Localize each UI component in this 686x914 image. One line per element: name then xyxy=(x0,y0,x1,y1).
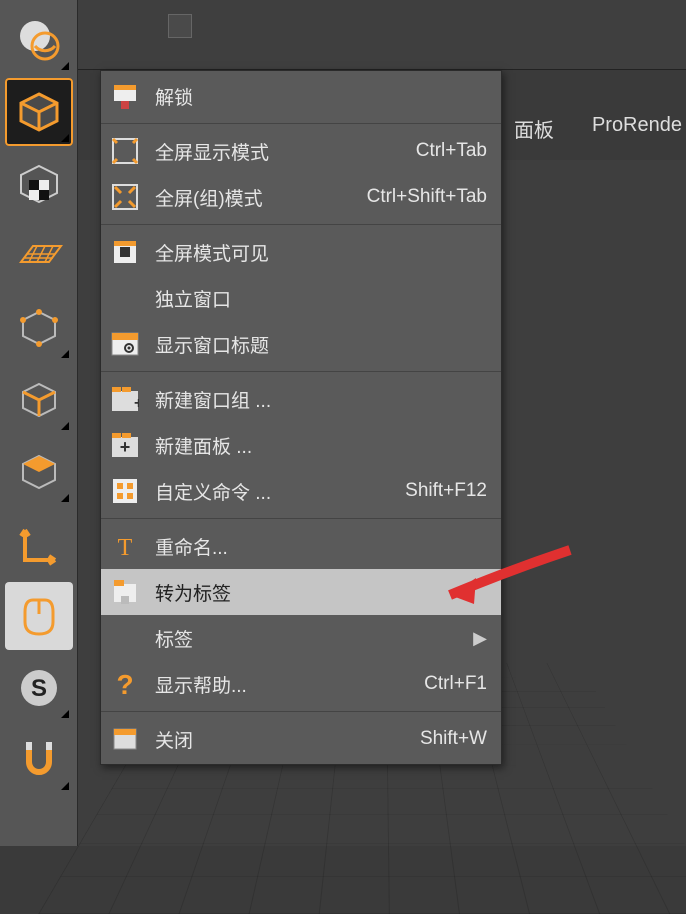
help-icon: ? xyxy=(107,666,143,702)
floor-grid-icon xyxy=(15,232,63,280)
menu-label: 关闭 xyxy=(155,726,420,753)
tool-cube-points[interactable] xyxy=(5,294,73,362)
cube-wire-icon xyxy=(15,376,63,424)
cube-solid-icon xyxy=(15,448,63,496)
tool-axis[interactable] xyxy=(5,510,73,578)
menu-label: 解锁 xyxy=(155,83,487,110)
custom-command-icon xyxy=(107,473,143,509)
menu-new-panel[interactable]: + 新建面板 ... xyxy=(101,422,501,468)
close-window-icon xyxy=(107,721,143,757)
svg-text:+: + xyxy=(120,437,131,457)
tool-magnet[interactable] xyxy=(5,726,73,794)
menu-label: 重命名... xyxy=(155,533,487,560)
rename-icon: T xyxy=(107,528,143,564)
menu-separator xyxy=(101,711,501,712)
menu-fullscreen-mode[interactable]: 全屏显示模式 Ctrl+Tab xyxy=(101,128,501,174)
tool-globe[interactable] xyxy=(5,6,73,74)
fullscreen-icon xyxy=(107,133,143,169)
cube-uv-icon xyxy=(15,160,63,208)
tool-cube-uv[interactable] xyxy=(5,150,73,218)
menu-fullscreen-group[interactable]: 全屏(组)模式 Ctrl+Shift+Tab xyxy=(101,174,501,220)
blank-icon xyxy=(107,620,143,656)
svg-text:?: ? xyxy=(116,670,133,698)
snap-s-icon: S xyxy=(15,664,63,712)
menu-unlock[interactable]: 解锁 xyxy=(101,73,501,119)
menu-label: 标签 xyxy=(155,625,473,652)
menu-label: 全屏(组)模式 xyxy=(155,184,367,211)
tool-cube-wire[interactable] xyxy=(5,366,73,434)
new-panel-icon: + xyxy=(107,427,143,463)
fullscreen-group-icon xyxy=(107,179,143,215)
tool-cube[interactable] xyxy=(5,78,73,146)
left-toolbar: S xyxy=(0,0,78,846)
menu-label: 自定义命令 ... xyxy=(155,478,405,505)
mouse-icon xyxy=(15,592,63,640)
menu-label: 新建面板 ... xyxy=(155,432,487,459)
menu-prorender[interactable]: ProRende xyxy=(588,112,686,145)
visible-icon xyxy=(107,234,143,270)
submenu-arrow-icon: ▶ xyxy=(473,628,487,649)
tool-cube-solid[interactable] xyxy=(5,438,73,506)
layout-box-icon[interactable] xyxy=(168,14,192,38)
menu-tabs-submenu[interactable]: 标签 ▶ xyxy=(101,615,501,661)
svg-text:+: + xyxy=(134,395,139,412)
tool-mouse[interactable] xyxy=(5,582,73,650)
menu-separator xyxy=(101,518,501,519)
menu-close[interactable]: 关闭 Shift+W xyxy=(101,716,501,762)
tool-snap[interactable]: S xyxy=(5,654,73,722)
menu-custom-command[interactable]: 自定义命令 ... Shift+F12 xyxy=(101,468,501,514)
magnet-icon xyxy=(15,736,63,784)
to-tab-icon xyxy=(107,574,143,610)
menu-rename[interactable]: T 重命名... xyxy=(101,523,501,569)
menu-label: 新建窗口组 ... xyxy=(155,386,487,413)
menu-label: 全屏显示模式 xyxy=(155,138,416,165)
menu-separator xyxy=(101,224,501,225)
menu-shortcut: Ctrl+Tab xyxy=(416,140,487,162)
menu-fullscreen-visible[interactable]: 全屏模式可见 xyxy=(101,229,501,275)
menu-to-tab[interactable]: 转为标签 xyxy=(101,569,501,615)
menu-shortcut: Ctrl+F1 xyxy=(424,673,487,695)
svg-text:T: T xyxy=(118,535,133,559)
menu-panel[interactable]: 面板 xyxy=(510,112,558,145)
menu-row: 面板 ProRende xyxy=(510,112,686,145)
menu-label: 独立窗口 xyxy=(155,285,487,312)
window-title-icon xyxy=(107,326,143,362)
axis-icon xyxy=(15,520,63,568)
menu-separator xyxy=(101,123,501,124)
menu-label: 显示窗口标题 xyxy=(155,331,487,358)
unlock-icon xyxy=(107,78,143,114)
menu-new-window-group[interactable]: + 新建窗口组 ... xyxy=(101,376,501,422)
top-bar xyxy=(78,0,686,70)
menu-shortcut: Ctrl+Shift+Tab xyxy=(367,186,487,208)
menu-label: 转为标签 xyxy=(155,579,487,606)
new-group-icon: + xyxy=(107,381,143,417)
menu-independent-window[interactable]: 独立窗口 xyxy=(101,275,501,321)
menu-label: 全屏模式可见 xyxy=(155,239,487,266)
menu-separator xyxy=(101,371,501,372)
menu-show-help[interactable]: ? 显示帮助... Ctrl+F1 xyxy=(101,661,501,707)
cube-icon xyxy=(15,88,63,136)
cube-points-icon xyxy=(15,304,63,352)
menu-label: 显示帮助... xyxy=(155,671,424,698)
blank-icon xyxy=(107,280,143,316)
menu-show-window-title[interactable]: 显示窗口标题 xyxy=(101,321,501,367)
menu-shortcut: Shift+F12 xyxy=(405,480,487,502)
context-menu: 解锁 全屏显示模式 Ctrl+Tab 全屏(组)模式 Ctrl+Shift+Ta… xyxy=(100,70,502,765)
tool-floor-grid[interactable] xyxy=(5,222,73,290)
globe-icon xyxy=(15,16,63,64)
menu-shortcut: Shift+W xyxy=(420,728,487,750)
svg-text:S: S xyxy=(30,675,46,702)
